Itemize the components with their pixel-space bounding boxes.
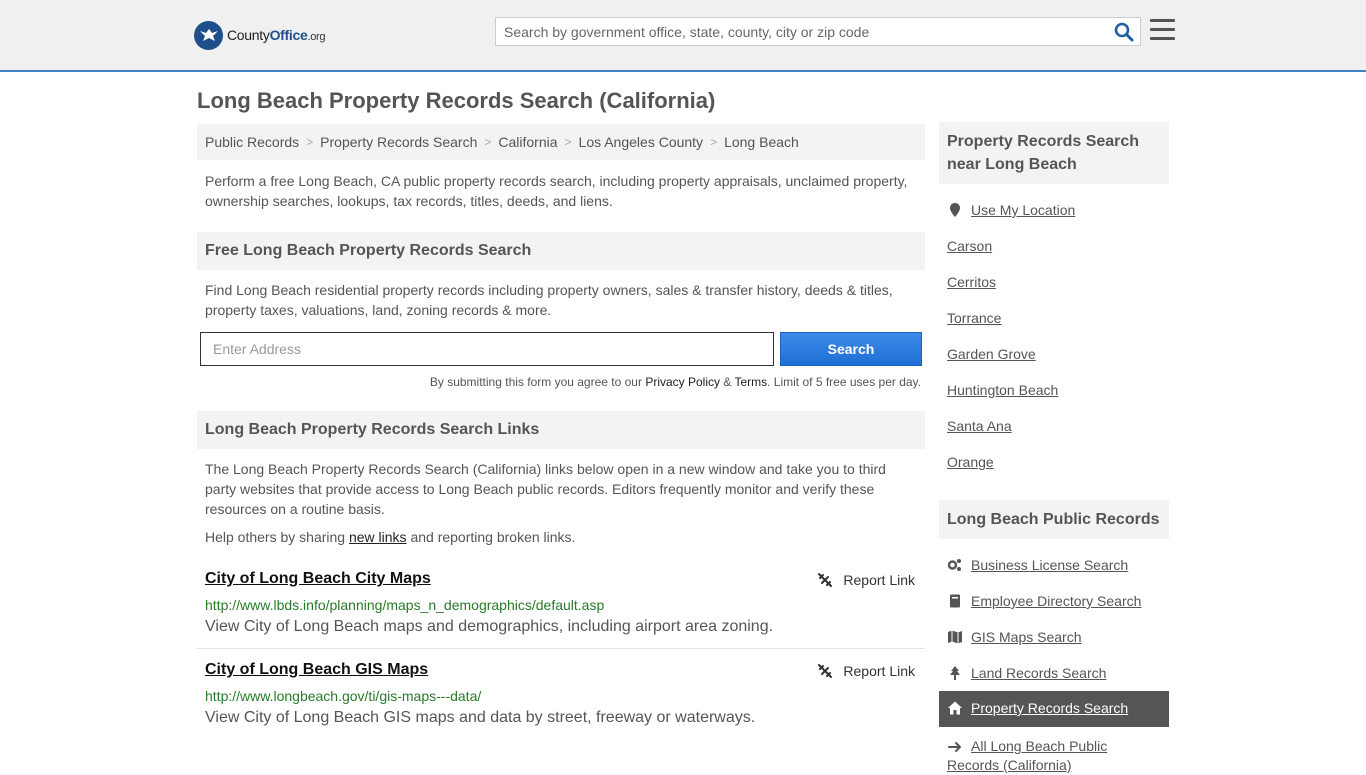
- resource-link-item: City of Long Beach GIS Maps Report Link …: [197, 661, 925, 731]
- resource-link-url: http://www.longbeach.gov/ti/gis-maps---d…: [205, 688, 482, 704]
- report-link-button[interactable]: Report Link: [817, 663, 915, 679]
- map-icon: [948, 630, 962, 644]
- site-logo[interactable]: CountyOffice.org: [194, 20, 326, 50]
- logo-text: CountyOffice.org: [227, 27, 326, 43]
- search-icon[interactable]: [1114, 22, 1134, 42]
- nearby-city-link[interactable]: Torrance: [947, 310, 1001, 326]
- intro-text: Perform a free Long Beach, CA public pro…: [205, 173, 908, 209]
- breadcrumb-public-records[interactable]: Public Records: [205, 134, 299, 150]
- breadcrumb-separator: >: [710, 135, 718, 149]
- resource-link-url: http://www.lbds.info/planning/maps_n_dem…: [205, 597, 605, 613]
- terms-link[interactable]: Terms: [734, 375, 767, 389]
- nearby-heading: Property Records Search near Long Beach: [939, 122, 1169, 184]
- sidebar-item-employee-directory[interactable]: Employee Directory Search: [947, 593, 1141, 609]
- resource-link-title[interactable]: City of Long Beach City Maps: [205, 570, 431, 588]
- terms-notice: By submitting this form you agree to our…: [429, 375, 921, 389]
- book-icon: [950, 594, 960, 608]
- sidebar-item-land-records[interactable]: Land Records Search: [947, 665, 1106, 681]
- resource-link-title[interactable]: City of Long Beach GIS Maps: [205, 661, 428, 679]
- address-input[interactable]: [200, 332, 774, 366]
- nearby-city-link[interactable]: Santa Ana: [947, 418, 1012, 434]
- page-title: Long Beach Property Records Search (Cali…: [197, 88, 716, 113]
- gears-icon: [947, 559, 961, 571]
- map-marker-icon: [950, 203, 960, 217]
- new-links-link[interactable]: new links: [349, 529, 407, 545]
- links-section-heading: Long Beach Property Records Search Links: [197, 411, 925, 449]
- free-search-description: Find Long Beach residential property rec…: [205, 282, 893, 318]
- breadcrumb-state[interactable]: California: [498, 134, 557, 150]
- nearby-city-link[interactable]: Huntington Beach: [947, 382, 1058, 398]
- breadcrumb-separator: >: [564, 135, 572, 149]
- breadcrumb-separator: >: [306, 135, 314, 149]
- site-search: [495, 17, 1141, 46]
- sidebar-item-gis-maps[interactable]: GIS Maps Search: [947, 629, 1082, 645]
- links-section-description: The Long Beach Property Records Search (…: [205, 461, 886, 517]
- nearby-city-link[interactable]: Carson: [947, 238, 992, 254]
- divider: [197, 648, 925, 649]
- nearby-city-link[interactable]: Orange: [947, 454, 994, 470]
- privacy-policy-link[interactable]: Privacy Policy: [645, 375, 720, 389]
- broken-link-icon: [818, 573, 833, 587]
- site-search-input[interactable]: [496, 18, 1096, 45]
- breadcrumb: Public Records > Property Records Search…: [197, 124, 925, 160]
- nearby-city-link[interactable]: Garden Grove: [947, 346, 1036, 362]
- resource-link-description: View City of Long Beach maps and demogra…: [205, 618, 774, 635]
- sidebar-item-property-records-active[interactable]: Property Records Search: [939, 691, 1169, 727]
- address-search-button[interactable]: Search: [780, 332, 922, 366]
- broken-link-icon: [818, 664, 833, 678]
- breadcrumb-county[interactable]: Los Angeles County: [579, 134, 704, 150]
- free-search-heading: Free Long Beach Property Records Search: [197, 232, 925, 270]
- help-text: Help others by sharing new links and rep…: [205, 529, 576, 545]
- arrow-right-icon: [948, 741, 961, 752]
- eagle-logo-icon: [194, 20, 223, 50]
- tree-icon: [950, 666, 960, 680]
- sidebar-item-business-license[interactable]: Business License Search: [947, 557, 1128, 573]
- hamburger-menu-icon[interactable]: [1150, 19, 1175, 41]
- site-header: CountyOffice.org: [0, 0, 1366, 72]
- sidebar-item-all-public-records[interactable]: All Long Beach Public Records (Californi…: [947, 737, 1167, 775]
- breadcrumb-property-records[interactable]: Property Records Search: [320, 134, 477, 150]
- use-my-location-link[interactable]: Use My Location: [947, 202, 1075, 218]
- breadcrumb-separator: >: [484, 135, 492, 149]
- breadcrumb-city[interactable]: Long Beach: [724, 134, 799, 150]
- report-link-button[interactable]: Report Link: [817, 572, 915, 588]
- resource-link-description: View City of Long Beach GIS maps and dat…: [205, 709, 756, 726]
- resource-link-item: City of Long Beach City Maps Report Link…: [197, 570, 925, 640]
- nearby-city-link[interactable]: Cerritos: [947, 274, 996, 290]
- public-records-heading: Long Beach Public Records: [939, 500, 1169, 539]
- home-icon: [948, 701, 962, 715]
- sidebar-item-property-records[interactable]: Property Records Search: [947, 700, 1128, 716]
